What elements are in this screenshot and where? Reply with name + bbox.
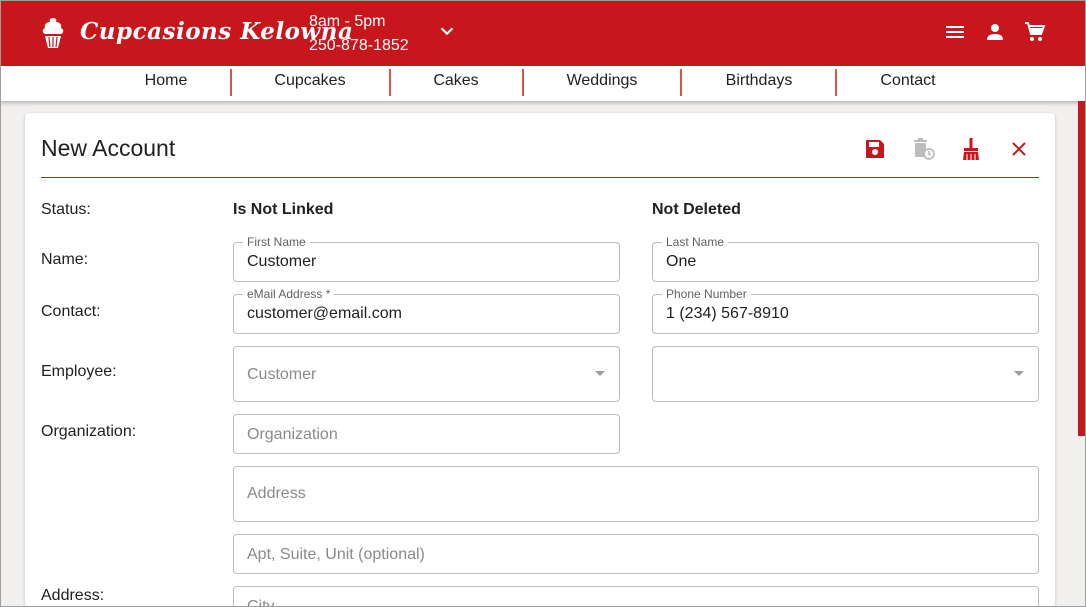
dropdown-arrow-icon[interactable] [595, 371, 605, 376]
phone-label: Phone Number [662, 287, 751, 301]
delete-restore-icon[interactable] [911, 137, 935, 161]
nav-divider [230, 69, 232, 96]
new-account-card: New Account Status: Name: Contact: Emplo… [25, 113, 1055, 607]
dropdown-arrow-icon[interactable] [1014, 371, 1024, 376]
nav-divider [835, 69, 837, 96]
nav-contact[interactable]: Contact [880, 72, 935, 90]
organization-input[interactable]: Organization [233, 414, 620, 454]
main-nav: Home Cupcakes Cakes Weddings Birthdays C… [0, 66, 1086, 101]
page-title: New Account [41, 135, 176, 161]
nav-birthdays[interactable]: Birthdays [726, 72, 793, 90]
nav-divider [522, 69, 524, 96]
address-input[interactable]: Address [233, 466, 1039, 522]
email-value[interactable]: customer@email.com [247, 305, 402, 323]
link-status: Is Not Linked [233, 201, 334, 218]
last-name-value[interactable]: One [666, 253, 696, 271]
business-hours: 8am - 5pm 250-878-1852 [309, 10, 409, 58]
nav-divider [680, 69, 682, 96]
employee-select[interactable] [652, 346, 1039, 402]
city-input[interactable]: City [233, 586, 1039, 607]
app-header: Cupcasions Kelowna 8am - 5pm 250-878-185… [0, 0, 1086, 66]
menu-icon[interactable] [943, 20, 967, 44]
email-label: eMail Address * [243, 287, 335, 301]
status-label: Status: [41, 201, 91, 218]
nav-cakes[interactable]: Cakes [433, 72, 478, 90]
first-name-value[interactable]: Customer [247, 253, 316, 271]
nav-cupcakes[interactable]: Cupcakes [274, 72, 345, 90]
address-placeholder: Address [247, 485, 306, 502]
apt-placeholder: Apt, Suite, Unit (optional) [247, 546, 425, 563]
last-name-field[interactable]: Last Name One [652, 235, 1039, 282]
phone-value[interactable]: 1 (234) 567-8910 [666, 305, 789, 323]
cart-icon[interactable] [1023, 20, 1047, 44]
employee-label: Employee: [41, 363, 117, 380]
nav-divider [389, 69, 391, 96]
contact-label: Contact: [41, 303, 101, 320]
nav-home[interactable]: Home [145, 72, 188, 90]
title-divider [41, 177, 1039, 178]
phone-text[interactable]: 250-878-1852 [309, 34, 409, 58]
first-name-label: First Name [243, 235, 310, 249]
employee-type-placeholder: Customer [247, 366, 317, 383]
address-label: Address: [41, 587, 105, 604]
name-label: Name: [41, 251, 89, 268]
nav-weddings[interactable]: Weddings [567, 72, 638, 90]
save-icon[interactable] [863, 137, 887, 161]
first-name-field[interactable]: First Name Customer [233, 235, 620, 282]
close-icon[interactable] [1007, 137, 1031, 161]
clear-icon[interactable] [959, 137, 983, 161]
organization-placeholder: Organization [247, 426, 338, 443]
hours-text: 8am - 5pm [309, 13, 386, 30]
employee-type-select[interactable]: Customer [233, 346, 620, 402]
apt-input[interactable]: Apt, Suite, Unit (optional) [233, 534, 1039, 574]
cupcake-logo-icon[interactable] [40, 16, 66, 50]
city-placeholder: City [247, 598, 275, 607]
last-name-label: Last Name [662, 235, 729, 249]
phone-field[interactable]: Phone Number 1 (234) 567-8910 [652, 287, 1039, 334]
organization-label: Organization: [41, 423, 137, 440]
email-field[interactable]: eMail Address * customer@email.com [233, 287, 620, 334]
account-icon[interactable] [983, 20, 1007, 44]
scrollbar[interactable] [1078, 101, 1086, 436]
chevron-down-icon[interactable] [436, 20, 458, 42]
deleted-status: Not Deleted [652, 201, 741, 218]
